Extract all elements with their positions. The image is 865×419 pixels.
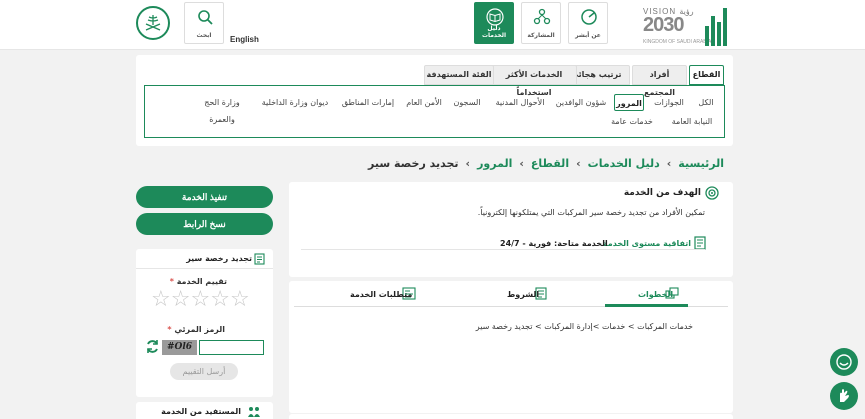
- tab-requirements[interactable]: متطلبات الخدمة: [350, 290, 412, 299]
- english-language-link[interactable]: English: [230, 35, 259, 44]
- target-icon: [705, 186, 719, 200]
- tab-community[interactable]: أفراد المجتمع: [632, 65, 687, 97]
- category-all[interactable]: الكل: [693, 94, 719, 111]
- tab-sector[interactable]: القطاع: [689, 65, 724, 85]
- required-mark: *: [167, 325, 172, 334]
- tab-steps[interactable]: الخطوات: [638, 290, 673, 299]
- category-general-services[interactable]: خدمات عامة: [609, 113, 655, 130]
- services-guide-button[interactable]: دليل الخدمات: [474, 2, 514, 44]
- goal-title: الهدف من الخدمة: [623, 188, 701, 198]
- breadcrumb-traffic[interactable]: المرور: [477, 157, 512, 170]
- accessibility-button[interactable]: [830, 382, 858, 410]
- chatbot-button[interactable]: [830, 348, 858, 376]
- captcha-label: الرمز المرئي *: [167, 325, 225, 334]
- breadcrumb-current: تجديد رخصة سير: [368, 157, 459, 170]
- availability-text: الخدمة متاحة: فورية - 24/7: [500, 239, 608, 248]
- sign-language-icon: [840, 389, 849, 402]
- palm-swords-icon: [145, 15, 161, 31]
- refresh-icon[interactable]: [145, 339, 160, 354]
- category-moi-diwan[interactable]: ديوان وزارة الداخلية: [257, 94, 333, 111]
- tab-target-group[interactable]: الفئة المستهدفة: [424, 65, 494, 85]
- category-grid: الكل الجوازات المرور شؤون الوافدين الأحو…: [144, 85, 725, 138]
- absher-icon: [581, 9, 597, 25]
- breadcrumb-services-guide[interactable]: دليل الخدمات: [588, 157, 660, 170]
- star-icon[interactable]: ☆: [210, 287, 230, 312]
- beneficiary-title: المستفيد من الخدمة: [161, 407, 241, 416]
- vision-2030-logo[interactable]: VISION رؤية 2030 KINGDOM OF SAUDI ARABIA: [643, 4, 733, 46]
- category-hajj-umrah[interactable]: وزارة الحج والعمرة: [191, 94, 253, 124]
- breadcrumb-sector[interactable]: القطاع: [531, 157, 569, 170]
- book-icon: [486, 8, 504, 26]
- category-expats[interactable]: شؤون الوافدين: [555, 94, 607, 111]
- breadcrumb: الرئيسية›دليل الخدمات›القطاع›المرور›تجدي…: [368, 157, 724, 170]
- divider: [136, 268, 273, 269]
- category-public-security[interactable]: الأمن العام: [403, 94, 445, 111]
- more-card: [289, 414, 733, 419]
- chat-support-icon: [836, 354, 852, 370]
- agreement-icon: [694, 236, 706, 250]
- absher-logo-icon: [705, 6, 731, 46]
- search-icon: [198, 10, 213, 25]
- tab-conditions[interactable]: الشروط: [507, 290, 539, 299]
- star-icon[interactable]: ☆: [230, 287, 250, 312]
- rating-card-title: تجديد رخصة سير: [186, 254, 252, 263]
- captcha-input[interactable]: [199, 340, 264, 355]
- service-details-card: الخطوات الشروط متطلبات الخدمة خدمات المر…: [289, 281, 733, 413]
- services-guide-label: دليل الخدمات: [481, 25, 507, 39]
- service-goal-card: الهدف من الخدمة تمكين الأفراد من تجديد ر…: [289, 182, 733, 277]
- active-tab-indicator: [605, 304, 688, 307]
- required-mark: *: [169, 277, 174, 286]
- copy-link-button[interactable]: نسخ الرابط: [136, 213, 273, 235]
- captcha-image: #Ol6: [162, 340, 197, 355]
- rating-card: تجديد رخصة سير تقييم الخدمة * ☆☆☆☆☆ الرم…: [136, 249, 273, 397]
- participation-icon: [533, 8, 551, 25]
- category-traffic[interactable]: المرور: [614, 94, 644, 111]
- absher-about-button[interactable]: عن أبشر: [568, 2, 608, 44]
- rating-label: تقييم الخدمة *: [169, 277, 227, 286]
- category-emirates[interactable]: إمارات المناطق: [339, 94, 397, 111]
- goal-description: تمكين الأفراد من تجديد رخصة سير المركبات…: [477, 208, 705, 217]
- category-passports[interactable]: الجوازات: [649, 94, 689, 111]
- star-rating[interactable]: ☆☆☆☆☆: [151, 289, 250, 311]
- category-public-prosecution[interactable]: النيابة العامة: [665, 113, 719, 130]
- send-rating-button[interactable]: أرسل التقييم: [170, 363, 238, 380]
- participation-button[interactable]: المشاركة: [521, 2, 561, 44]
- execute-service-button[interactable]: تنفيذ الخدمة: [136, 186, 273, 208]
- tab-most-used[interactable]: الخدمات الأكثر استخداماً: [491, 65, 577, 97]
- vision-year: 2030: [643, 14, 684, 36]
- beneficiary-card: المستفيد من الخدمة: [136, 402, 273, 419]
- breadcrumb-home[interactable]: الرئيسية: [678, 157, 724, 170]
- divider: [301, 249, 705, 250]
- star-icon[interactable]: ☆: [151, 287, 171, 312]
- search-label: ابحث: [196, 32, 212, 39]
- star-icon[interactable]: ☆: [171, 287, 191, 312]
- vision-subtitle: KINGDOM OF SAUDI ARABIA: [643, 39, 712, 45]
- star-icon[interactable]: ☆: [190, 287, 210, 312]
- top-header: VISION رؤية 2030 KINGDOM OF SAUDI ARABIA…: [0, 0, 865, 50]
- category-civil-affairs[interactable]: الأحوال المدنية: [491, 94, 549, 111]
- category-prisons[interactable]: السجون: [451, 94, 483, 111]
- document-icon: [254, 253, 265, 265]
- participation-label: المشاركة: [527, 32, 555, 39]
- absher-about-label: عن أبشر: [575, 32, 601, 39]
- sector-panel: القطاع أفراد المجتمع ترتيب هجائي الخدمات…: [136, 55, 733, 146]
- saudi-emblem-logo[interactable]: [136, 6, 170, 40]
- steps-text: خدمات المركبات > خدمات >إدارة المركبات >…: [475, 322, 693, 331]
- users-icon: [248, 407, 260, 417]
- search-button[interactable]: ابحث: [184, 2, 224, 44]
- sla-link[interactable]: اتفاقية مستوى الخدمة: [603, 239, 691, 248]
